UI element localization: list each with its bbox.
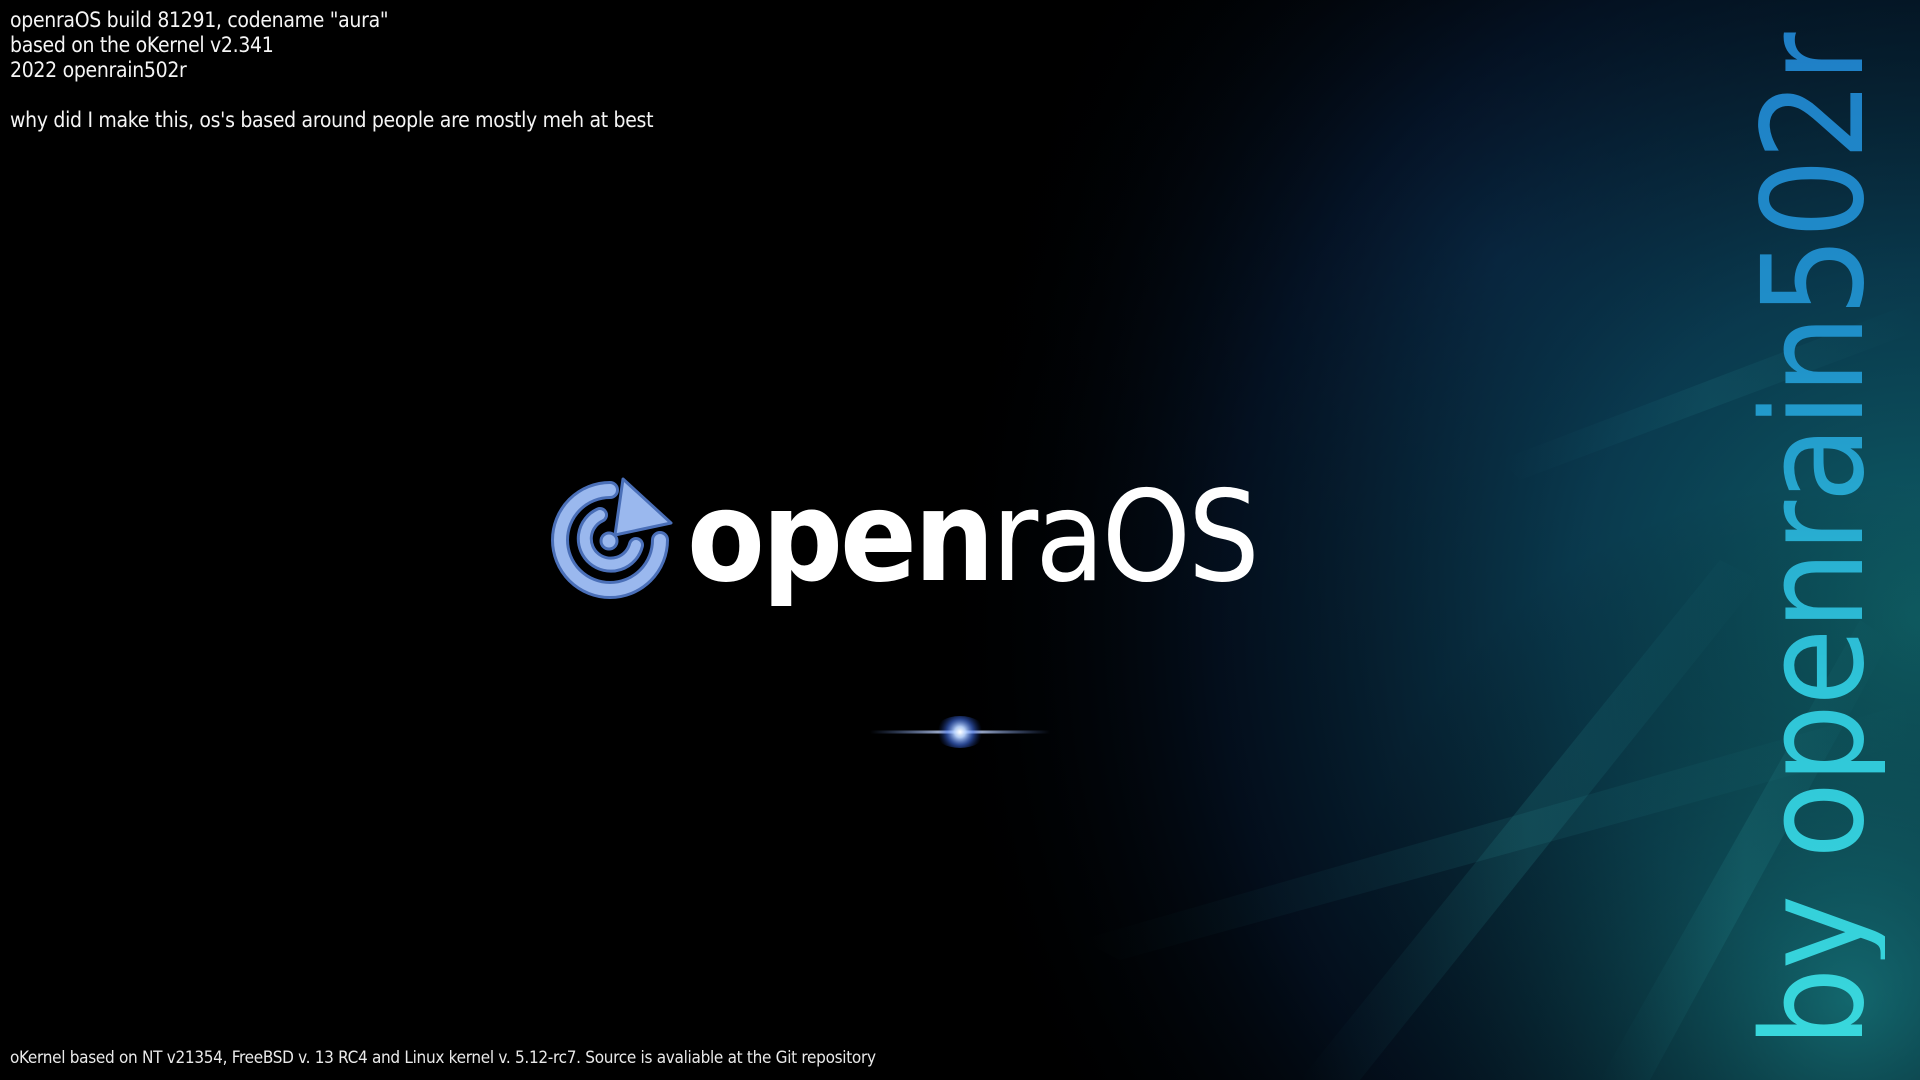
vertical-credit-text: by openrain502r (1733, 32, 1896, 1048)
boot-screen: openraOS build 81291, codename "aura" ba… (0, 0, 1920, 1080)
logo-wordmark-light: raOS (991, 463, 1260, 610)
comment-line: why did I make this, os's based around p… (10, 108, 654, 132)
build-line: openraOS build 81291, codename "aura" (10, 8, 389, 32)
kernel-line: based on the oKernel v2.341 (10, 33, 274, 57)
info-spacer (10, 83, 653, 108)
vertical-credit: by openrain502r (1733, 20, 1896, 1060)
logo-wordmark-bold: open (687, 463, 995, 610)
build-info: openraOS build 81291, codename "aura" ba… (10, 8, 654, 133)
loading-flare-icon (870, 716, 1050, 748)
logo-wordmark: openraOS (687, 467, 1260, 607)
openraos-power-arrow-icon (551, 477, 673, 599)
kernel-footer: oKernel based on NT v21354, FreeBSD v. 1… (10, 1048, 876, 1068)
openraos-logo: openraOS (545, 467, 1260, 615)
copyright-line: 2022 openrain502r (10, 58, 187, 82)
